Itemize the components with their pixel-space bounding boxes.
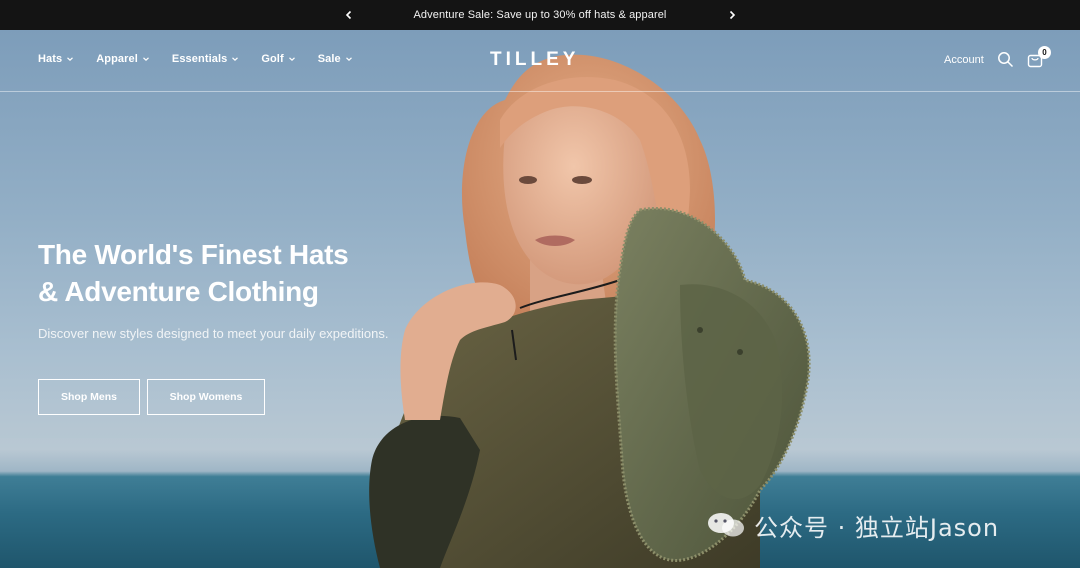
hero-headline-line1: The World's Finest Hats xyxy=(38,239,349,270)
site-header: Hats Apparel Essentials Golf Sale TILLEY… xyxy=(0,30,1080,92)
nav-label: Apparel xyxy=(96,53,138,65)
chevron-right-icon[interactable] xyxy=(724,7,740,23)
nav-item-apparel[interactable]: Apparel xyxy=(96,53,150,65)
nav-item-sale[interactable]: Sale xyxy=(318,53,353,65)
nav-label: Golf xyxy=(261,53,284,65)
main-nav: Hats Apparel Essentials Golf Sale xyxy=(38,53,375,65)
hero-headline: The World's Finest Hats & Adventure Clot… xyxy=(38,236,418,310)
nav-item-hats[interactable]: Hats xyxy=(38,53,74,65)
shop-womens-button[interactable]: Shop Womens xyxy=(147,379,265,415)
account-link[interactable]: Account xyxy=(944,54,984,66)
chevron-left-icon[interactable] xyxy=(341,7,357,23)
watermark: 公众号 · 独立站Jason xyxy=(706,508,999,542)
nav-item-essentials[interactable]: Essentials xyxy=(172,53,239,65)
nav-label: Sale xyxy=(317,53,341,65)
search-icon[interactable] xyxy=(997,51,1014,68)
nav-label: Essentials xyxy=(171,53,228,65)
chevron-down-icon xyxy=(345,57,352,62)
nav-label: Hats xyxy=(38,53,63,65)
chevron-down-icon xyxy=(142,57,149,62)
cart-count-badge: 0 xyxy=(1038,46,1051,59)
chevron-down-icon xyxy=(232,57,239,62)
shop-mens-button[interactable]: Shop Mens xyxy=(38,379,140,415)
wechat-icon xyxy=(708,513,744,537)
hero-subtext: Discover new styles designed to meet you… xyxy=(38,326,389,341)
chevron-down-icon xyxy=(67,57,74,62)
watermark-text: 公众号 · 独立站Jason xyxy=(754,513,1000,542)
hero-headline-line2: & Adventure Clothing xyxy=(38,276,319,307)
nav-item-golf[interactable]: Golf xyxy=(261,53,295,65)
site-logo[interactable]: TILLEY xyxy=(490,49,579,71)
announcement-text[interactable]: Adventure Sale: Save up to 30% off hats … xyxy=(414,9,667,21)
announcement-bar: Adventure Sale: Save up to 30% off hats … xyxy=(0,0,1080,30)
chevron-down-icon xyxy=(288,57,295,62)
